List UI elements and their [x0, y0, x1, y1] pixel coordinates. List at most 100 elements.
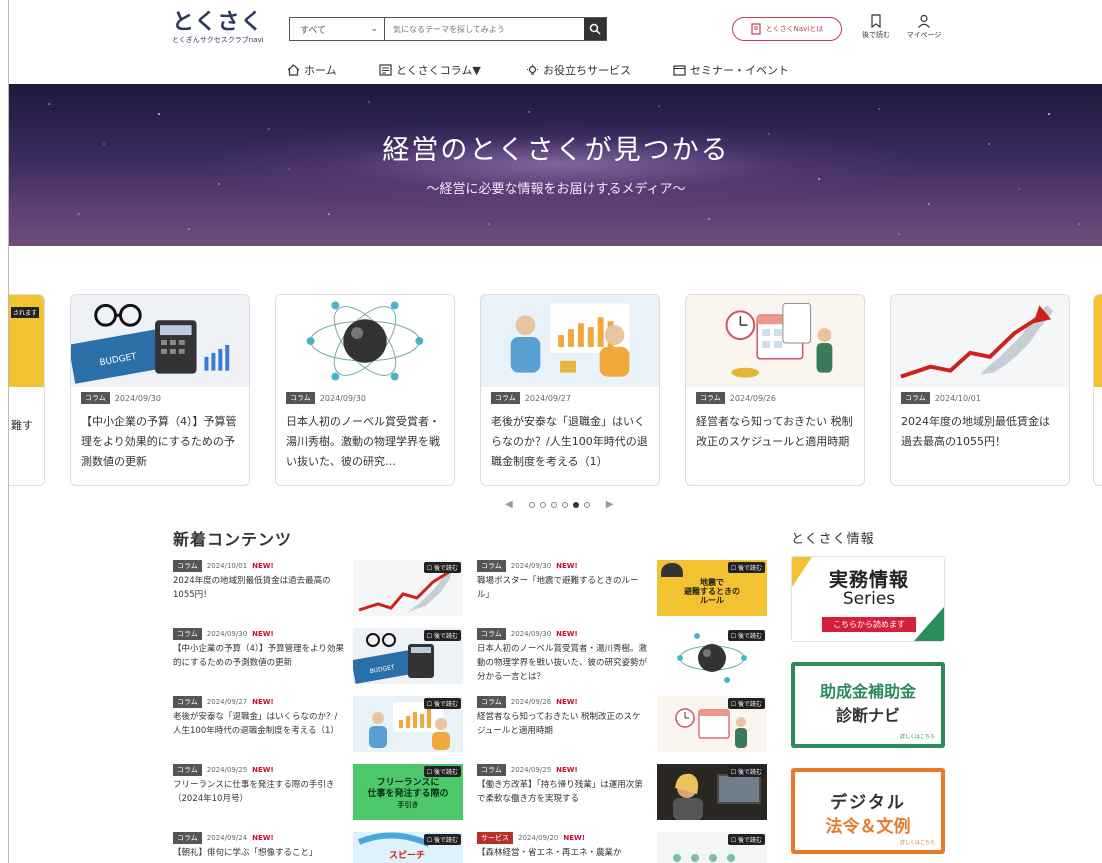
news-item[interactable]: コラム 2024/09/26 NEW! 経営者なら知っておきたい 税制改正のスケジュ… [477, 696, 767, 752]
news-thumbnail: 地震で 避難するときの ルール ☐ 後で読む [657, 560, 767, 616]
read-later-text: 後で読む [433, 565, 458, 572]
news-item[interactable]: コラム 2024/10/01 NEW! 2024年度の地域別最低賃金は過去最高の10… [173, 560, 463, 616]
new-badge: NEW! [556, 698, 578, 706]
card-thumbnail: されます [9, 295, 44, 387]
new-badge: NEW! [556, 630, 578, 638]
calendar-icon [673, 65, 686, 76]
news-item[interactable]: コラム 2024/09/30 NEW! 職場ポスター「地震で避難するときのルール」 … [477, 560, 767, 616]
digital-law-banner[interactable]: デジタル 法令＆文例 詳しくはこちら [791, 768, 945, 854]
carousel-card[interactable]: コラム 2024/09/27 老後が安泰な「退職金」はいくらなのか？/人生100年… [480, 294, 660, 486]
news-date: 2024/09/30 [206, 630, 248, 638]
news-date: 2024/09/24 [206, 834, 248, 842]
carousel-card[interactable]: BUDGET コラム 2024/09/30 【中小企業の予算（4）】予算管理をより… [70, 294, 250, 486]
lightbulb-icon [527, 64, 538, 75]
carousel-card-partial-right[interactable] [1093, 294, 1102, 486]
banner-title: 助成金補助金 [819, 682, 916, 701]
news-date: 2024/09/27 [206, 698, 248, 706]
featured-carousel: されます 難す BUDGET コラム 2024/09/30 【中小企業の予算（4）… [9, 294, 1102, 510]
newspaper-icon [379, 64, 392, 76]
corner-accent [914, 607, 944, 641]
carousel-card[interactable]: コラム 2024/09/30 日本人初のノーベル賞受賞者・湯川秀樹。激動の物理学界… [275, 294, 455, 486]
new-badge: NEW! [252, 766, 274, 774]
news-item[interactable]: コラム 2024/09/24 NEW! 【朝礼】俳句に学ぶ「想像すること」 スピーチ… [173, 832, 463, 863]
category-badge: コラム [173, 764, 202, 776]
news-title: 【働き方改革】「持ち帰り残業」は運用次第で柔軟な働き方を実現する [477, 780, 643, 804]
news-title: 2024年度の地域別最低賃金は過去最高の1055円！ [173, 576, 331, 600]
carousel-card-partial-left[interactable]: されます 難す [9, 294, 45, 486]
read-later-button[interactable]: ☐ 後で読む [423, 698, 461, 709]
news-date: 2024/09/20 [518, 834, 559, 842]
logo-subtext: とくぎんサクセスクラブnavi [172, 36, 264, 44]
read-later-text: 後で読む [433, 701, 458, 708]
news-thumbnail: スピーチ ☐ 後で読む [353, 832, 463, 863]
search-input[interactable] [385, 18, 584, 40]
read-later-button[interactable]: ☐ 後で読む [423, 766, 461, 777]
mypage-link[interactable]: マイページ [905, 14, 943, 40]
banner-cta: こちらから読めます [822, 617, 916, 632]
category-badge: コラム [477, 560, 506, 572]
news-item[interactable]: コラム 2024/09/30 NEW! 【中小企業の予算（4）】予算管理をより効果的… [173, 628, 463, 684]
category-badge: コラム [173, 628, 202, 640]
nav-seminar-label: セミナー・イベント [690, 64, 789, 77]
new-badge: NEW! [252, 562, 274, 570]
search-category-select[interactable]: すべて ⌄ [290, 18, 385, 40]
about-label: とくさくNaviとは [765, 25, 824, 33]
carousel-card[interactable]: コラム 2024/10/01 2024年度の地域別最低賃金は過去最高の1055円！ [890, 294, 1070, 486]
nav-item-home[interactable]: ホーム [287, 62, 337, 78]
news-date: 2024/09/30 [510, 562, 552, 570]
info-heading: とくさく情報 [791, 532, 875, 547]
partial-badge: されます [11, 307, 40, 318]
read-later-text: 後で読む [433, 837, 458, 844]
read-later-text: 後で読む [737, 633, 762, 640]
banner-title: 実務情報 [828, 569, 909, 591]
read-later-button[interactable]: ☐ 後で読む [727, 766, 765, 777]
category-badge: コラム [477, 764, 506, 776]
carousel-dot[interactable] [561, 501, 568, 508]
jitsumu-series-banner[interactable]: 実務情報 Series こちらから読めます [791, 556, 945, 642]
banner-subtitle: Series [842, 589, 896, 609]
read-later-text: 後で読む [433, 633, 458, 640]
category-badge: コラム [81, 392, 110, 404]
tax-calendar-thumbnail [686, 295, 864, 387]
carousel-dot-active[interactable] [572, 501, 579, 508]
read-later-button[interactable]: ☐ 後で読む [423, 630, 461, 641]
banner-title: デジタル [830, 793, 906, 813]
about-button[interactable]: とくさくNaviとは [732, 17, 842, 41]
mypage-label: マイページ [906, 31, 942, 39]
news-title: 老後が安泰な「退職金」はいくらなのか？/人生100年時代の退職金制度を考える（1… [173, 712, 339, 736]
read-later-button[interactable]: ☐ 後で読む [423, 562, 461, 573]
read-later-button[interactable]: ☐ 後で読む [727, 698, 765, 709]
read-later-button[interactable]: ☐ 後で読む [727, 834, 765, 845]
carousel-dot[interactable] [583, 501, 590, 508]
site-logo[interactable]: とくさく とくぎんサクセスクラブnavi [172, 12, 272, 45]
read-later-button[interactable]: ☐ 後で読む [423, 834, 461, 845]
news-item[interactable]: サービス 2024/09/20 NEW! 【森林経営・省エネ・再エネ・農業か ☐ 後… [477, 832, 767, 863]
news-item[interactable]: コラム 2024/09/30 NEW! 日本人初のノーベル賞受賞者・湯川秀樹。激動の… [477, 628, 767, 684]
news-date: 2024/10/01 [206, 562, 248, 570]
nav-item-seminar[interactable]: セミナー・イベント [673, 62, 789, 78]
thumb-text: 地震で [700, 578, 724, 587]
subsidy-navi-banner[interactable]: 助成金補助金 診断ナビ 詳しくはこちら [791, 662, 945, 748]
user-icon [918, 14, 930, 28]
carousel-dot[interactable] [539, 501, 546, 508]
news-item[interactable]: コラム 2024/09/25 NEW! フリーランスに仕事を発注する際の手引き（20… [173, 764, 463, 820]
nav-item-column[interactable]: とくさくコラム▼ [379, 62, 481, 78]
carousel-prev-arrow[interactable]: ◀ [505, 499, 513, 510]
carousel-card[interactable]: コラム 2024/09/26 経営者なら知っておきたい 税制改正のスケジュールと適… [685, 294, 865, 486]
search-button[interactable] [584, 18, 606, 40]
read-later-link[interactable]: 後で読む [861, 14, 891, 40]
carousel-next-arrow[interactable]: ▶ [606, 499, 614, 510]
news-thumbnail: ☐ 後で読む [353, 560, 463, 616]
read-later-button[interactable]: ☐ 後で読む [727, 630, 765, 641]
thumb-text: フリーランスに [376, 778, 440, 788]
carousel-dot[interactable] [528, 501, 535, 508]
news-thumbnail: ☐ 後で読む [657, 696, 767, 752]
read-later-button[interactable]: ☐ 後で読む [727, 562, 765, 573]
news-title: 日本人初のノーベル賞受賞者・湯川秀樹。激動の物理学界を戦い抜いた、彼の研究姿勢が… [477, 644, 648, 682]
nav-item-services[interactable]: お役立ちサービス [526, 62, 631, 78]
news-item[interactable]: コラム 2024/09/27 NEW! 老後が安泰な「退職金」はいくらなのか？/人生… [173, 696, 463, 752]
news-title: 職場ポスター「地震で避難するときのルール」 [477, 576, 639, 600]
news-item[interactable]: コラム 2024/09/25 NEW! 【働き方改革】「持ち帰り残業」は運用次第で柔… [477, 764, 767, 820]
carousel-dot[interactable] [550, 501, 557, 508]
new-contents-heading: 新着コンテンツ [173, 530, 293, 549]
